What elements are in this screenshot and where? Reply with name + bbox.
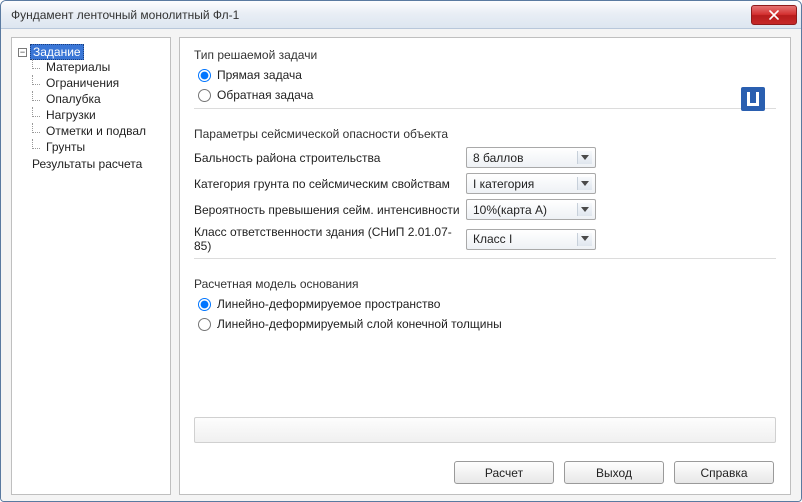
radio-direct[interactable]: Прямая задача	[198, 68, 776, 82]
radio-model-space[interactable]: Линейно-деформируемое пространство	[198, 297, 776, 311]
select-class-value: Класс I	[473, 232, 512, 246]
close-button[interactable]	[751, 5, 797, 25]
group-model: Расчетная модель основания Линейно-дефор…	[194, 277, 776, 337]
titlebar: Фундамент ленточный монолитный Фл-1	[1, 1, 801, 29]
tree-node[interactable]: Материалы	[32, 59, 166, 75]
select-probability-value: 10%(карта А)	[473, 203, 547, 217]
label-category: Категория грунта по сейсмическим свойств…	[194, 177, 466, 191]
tree-node[interactable]: Грунты	[32, 139, 166, 155]
radio-direct-input[interactable]	[198, 69, 211, 82]
select-probability[interactable]: 10%(карта А)	[466, 199, 596, 220]
exit-button[interactable]: Выход	[564, 461, 664, 484]
select-category[interactable]: I категория	[466, 173, 596, 194]
calc-button[interactable]: Расчет	[454, 461, 554, 484]
tree-collapse-icon[interactable]: −	[18, 48, 27, 57]
select-ballnost-value: 8 баллов	[473, 151, 523, 165]
divider	[194, 108, 776, 109]
tree-node[interactable]: Ограничения	[32, 75, 166, 91]
nav-tree: −Задание Материалы Ограничения Опалубка …	[11, 37, 171, 495]
close-icon	[769, 10, 779, 20]
group-seismic: Параметры сейсмической опасности объекта…	[194, 127, 776, 267]
tree-root-item[interactable]: −Задание Материалы Ограничения Опалубка …	[18, 44, 166, 156]
legend-task-type: Тип решаемой задачи	[194, 48, 776, 62]
group-task-type: Тип решаемой задачи Прямая задача Обратн…	[194, 48, 776, 117]
chevron-down-icon	[577, 233, 592, 246]
label-ballnost: Бальность района строительства	[194, 151, 466, 165]
dialog-window: Фундамент ленточный монолитный Фл-1 −Зад…	[0, 0, 802, 502]
chevron-down-icon	[577, 177, 592, 190]
select-class[interactable]: Класс I	[466, 229, 596, 250]
select-category-value: I категория	[473, 177, 534, 191]
radio-model-layer-input[interactable]	[198, 318, 211, 331]
tree-node[interactable]: Отметки и подвал	[32, 123, 166, 139]
radio-direct-label: Прямая задача	[217, 68, 302, 82]
legend-model: Расчетная модель основания	[194, 277, 776, 291]
radio-inverse[interactable]: Обратная задача	[198, 88, 776, 102]
form-panel: Тип решаемой задачи Прямая задача Обратн…	[179, 37, 791, 495]
chevron-down-icon	[577, 151, 592, 164]
row-class: Класс ответственности здания (СНиП 2.01.…	[194, 225, 776, 253]
status-strip	[194, 417, 776, 443]
tree-node[interactable]: Нагрузки	[32, 107, 166, 123]
select-ballnost[interactable]: 8 баллов	[466, 147, 596, 168]
label-class: Класс ответственности здания (СНиП 2.01.…	[194, 225, 466, 253]
radio-inverse-input[interactable]	[198, 89, 211, 102]
divider	[194, 258, 776, 259]
radio-model-space-input[interactable]	[198, 298, 211, 311]
help-button[interactable]: Справка	[674, 461, 774, 484]
radio-model-layer[interactable]: Линейно-деформируемый слой конечной толщ…	[198, 317, 776, 331]
window-title: Фундамент ленточный монолитный Фл-1	[11, 8, 751, 22]
label-probability: Вероятность превышения сейм. интенсивнос…	[194, 203, 466, 217]
radio-inverse-label: Обратная задача	[217, 88, 313, 102]
row-ballnost: Бальность района строительства 8 баллов	[194, 147, 776, 168]
tree-node-zadanie[interactable]: Задание	[30, 44, 84, 60]
content-row: −Задание Материалы Ограничения Опалубка …	[11, 37, 791, 495]
tree-node[interactable]: Опалубка	[32, 91, 166, 107]
button-row: Расчет Выход Справка	[194, 453, 776, 484]
row-category: Категория грунта по сейсмическим свойств…	[194, 173, 776, 194]
tree-node-results[interactable]: Результаты расчета	[18, 156, 166, 172]
row-probability: Вероятность превышения сейм. интенсивнос…	[194, 199, 776, 220]
dialog-body: −Задание Материалы Ограничения Опалубка …	[1, 29, 801, 501]
radio-model-space-label: Линейно-деформируемое пространство	[217, 297, 440, 311]
app-logo-icon	[740, 86, 766, 112]
radio-model-layer-label: Линейно-деформируемый слой конечной толщ…	[217, 317, 502, 331]
chevron-down-icon	[577, 203, 592, 216]
legend-seismic: Параметры сейсмической опасности объекта	[194, 127, 776, 141]
